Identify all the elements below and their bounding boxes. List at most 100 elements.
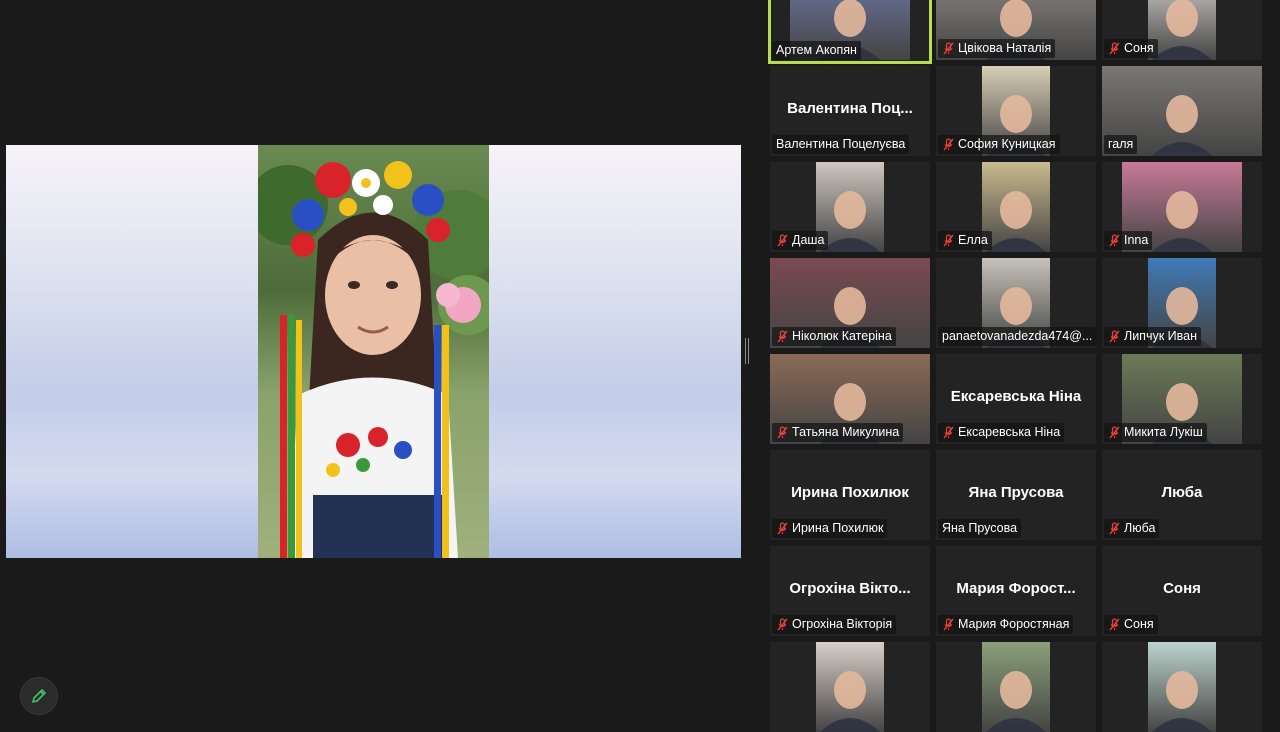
participant-tile[interactable] [1102,642,1262,732]
participant-tile[interactable]: Валентина Поц... Валентина Поцелуєва [770,66,930,156]
participant-silhouette [1152,671,1212,732]
participant-silhouette [1152,0,1212,60]
participant-name-text: Мария Форостяная [958,617,1070,631]
participant-name-label: Люба [1104,519,1160,538]
participant-name-text: Ексаревська Ніна [958,425,1061,439]
participant-name-text: Соня [1124,617,1154,631]
participant-name-label: Соня [1104,39,1158,58]
participant-name-label: София Куницкая [938,135,1060,154]
participant-name-text: Цвікова Наталія [958,41,1052,55]
participant-name-label: Микита Лукіш [1104,423,1207,442]
mic-muted-icon [943,234,954,247]
participant-tile[interactable]: Микита Лукіш [1102,354,1262,444]
participant-tile[interactable]: Артем Акопян [768,0,932,64]
pencil-icon [32,689,46,703]
participant-name-text: Люба [1124,521,1156,535]
mic-muted-icon [1109,42,1120,55]
participant-name-label: Цвікова Наталія [938,39,1056,58]
mic-muted-icon [777,426,788,439]
participant-name-label: Липчук Иван [1104,327,1201,346]
participant-tile[interactable]: Липчук Иван [1102,258,1262,348]
participant-name-text: Артем Акопян [776,43,857,57]
participant-name-label: Татьяна Микулина [772,423,904,442]
mic-muted-icon [1109,522,1120,535]
participant-name-text: Яна Прусова [942,521,1018,535]
participant-tile[interactable]: Цвікова Наталія [936,0,1096,60]
participant-name-text: Даша [792,233,825,247]
participant-name-text: Ніколюк Катеріна [792,329,892,343]
participant-name-title: Валентина Поц... [787,100,913,117]
participant-tile[interactable]: Соня Соня [1102,546,1262,636]
mic-muted-icon [777,618,788,631]
participant-name-title: Соня [1163,580,1201,597]
participant-video [982,162,1050,252]
mic-muted-icon [1109,234,1120,247]
participant-name-label: Яна Прусова [938,519,1022,538]
participant-video [982,642,1050,732]
participant-tile[interactable]: Огрохіна Вікто... Огрохіна Вікторія [770,546,930,636]
participant-name-title: Ирина Похилюк [791,484,909,501]
participant-name-title: Мария Форост... [956,580,1076,597]
participant-name-text: Липчук Иван [1124,329,1197,343]
participant-name-label: Даша [772,231,829,250]
mic-muted-icon [1109,330,1120,343]
participant-name-text: Валентина Поцелуєва [776,137,906,151]
participant-name-text: Ирина Похилюк [792,521,884,535]
participant-tile[interactable]: Ніколюк Катеріна [770,258,930,348]
annotate-button[interactable] [20,677,58,715]
panel-resize-handle[interactable] [745,338,749,364]
participant-silhouette [986,191,1046,252]
participant-tile[interactable]: panaetovanadezda474@... [936,258,1096,348]
participant-name-label: Огрохіна Вікторія [772,615,897,634]
participant-silhouette [820,671,880,732]
participant-tile[interactable]: Мария Форост... Мария Форостяная [936,546,1096,636]
participant-name-label: Елла [938,231,992,250]
mic-muted-icon [943,42,954,55]
participant-name-text: Елла [958,233,988,247]
participant-name-label: Мария Форостяная [938,615,1074,634]
participant-name-text: Соня [1124,41,1154,55]
participant-name-title: Люба [1161,484,1203,501]
participant-tile[interactable]: Елла [936,162,1096,252]
participant-video [816,642,884,732]
mic-muted-icon [943,618,954,631]
participant-tile[interactable]: Ирина Похилюк Ирина Похилюк [770,450,930,540]
mic-muted-icon [777,522,788,535]
participant-name-label: Соня [1104,615,1158,634]
participant-tile[interactable]: галя [1102,66,1262,156]
participant-name-label: Ирина Похилюк [772,519,888,538]
participant-name-text: София Куницкая [958,137,1056,151]
participant-tile[interactable]: Inna [1102,162,1262,252]
participant-name-title: Яна Прусова [968,484,1064,501]
participant-tile[interactable]: Ексаревська Ніна Ексаревська Ніна [936,354,1096,444]
participant-silhouette [986,671,1046,732]
participant-name-label: panaetovanadezda474@... [938,327,1096,346]
shared-screen [6,145,741,558]
participant-name-title: Огрохіна Вікто... [789,580,911,597]
participant-name-text: галя [1108,137,1134,151]
participant-name-label: Валентина Поцелуєва [772,135,910,154]
participant-tile[interactable] [770,642,930,732]
participant-tile[interactable]: Татьяна Микулина [770,354,930,444]
participant-name-text: panaetovanadezda474@... [942,329,1093,343]
participant-tile[interactable]: София Куницкая [936,66,1096,156]
participant-name-text: Огрохіна Вікторія [792,617,893,631]
mic-muted-icon [1109,426,1120,439]
participant-tile[interactable]: Люба Люба [1102,450,1262,540]
participant-name-label: Ніколюк Катеріна [772,327,896,346]
participant-tile[interactable] [936,642,1096,732]
participant-name-title: Ексаревська Ніна [950,388,1082,405]
shared-photo [258,145,489,558]
participant-tile[interactable]: Яна Прусова Яна Прусова [936,450,1096,540]
participant-name-text: Inna [1124,233,1149,247]
mic-muted-icon [943,138,954,151]
participant-video [1148,642,1216,732]
participant-tile[interactable]: Соня [1102,0,1262,60]
participant-name-label: Артем Акопян [772,41,861,60]
participant-name-label: Ексаревська Ніна [938,423,1065,442]
mic-muted-icon [1109,618,1120,631]
participant-name-label: Inna [1104,231,1153,250]
mic-muted-icon [943,426,954,439]
participant-video [1148,0,1216,60]
participant-tile[interactable]: Даша [770,162,930,252]
